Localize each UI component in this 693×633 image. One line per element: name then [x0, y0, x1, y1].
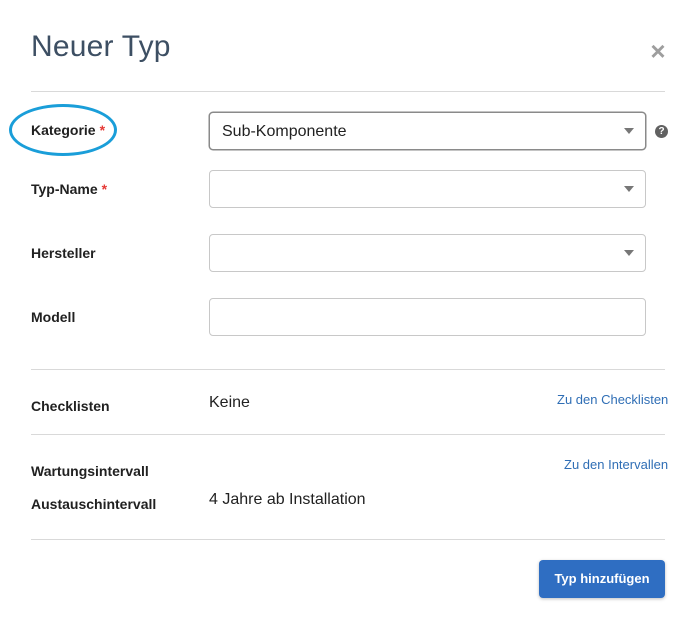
- header-divider: [31, 91, 665, 92]
- typ-name-select[interactable]: [209, 170, 646, 208]
- modell-label: Modell: [31, 309, 76, 325]
- replacement-interval-value: 4 Jahre ab Installation: [209, 491, 366, 508]
- hersteller-select[interactable]: [209, 234, 646, 272]
- checklists-value: Keine: [209, 394, 250, 411]
- checklists-label: Checklisten: [31, 398, 110, 414]
- new-type-dialog: Neuer Typ × Kategorie * Sub-Komponente ? …: [0, 0, 693, 633]
- hersteller-label: Hersteller: [31, 245, 96, 261]
- kategorie-select-value: Sub-Komponente: [222, 123, 347, 140]
- chevron-down-icon: [624, 250, 634, 256]
- maintenance-interval-label: Wartungsintervall: [31, 463, 149, 479]
- section-divider: [31, 369, 665, 370]
- kategorie-label-text: Kategorie: [31, 122, 96, 138]
- footer-divider: [31, 539, 665, 540]
- checklists-link[interactable]: Zu den Checklisten: [557, 392, 668, 407]
- required-mark: *: [99, 122, 106, 138]
- dialog-title: Neuer Typ: [31, 30, 171, 63]
- chevron-down-icon: [624, 186, 634, 192]
- add-type-button[interactable]: Typ hinzufügen: [539, 560, 665, 598]
- kategorie-select[interactable]: Sub-Komponente: [209, 112, 646, 150]
- help-icon[interactable]: ?: [655, 125, 668, 138]
- typ-name-label: Typ-Name *: [31, 181, 107, 197]
- close-icon[interactable]: ×: [647, 38, 669, 64]
- intervals-link[interactable]: Zu den Intervallen: [564, 457, 668, 472]
- kategorie-label: Kategorie *: [31, 122, 105, 138]
- section-divider: [31, 434, 665, 435]
- required-mark: *: [101, 181, 108, 197]
- chevron-down-icon: [624, 128, 634, 134]
- modell-input[interactable]: [209, 298, 646, 336]
- typ-name-label-text: Typ-Name: [31, 181, 98, 197]
- replacement-interval-label: Austauschintervall: [31, 496, 157, 512]
